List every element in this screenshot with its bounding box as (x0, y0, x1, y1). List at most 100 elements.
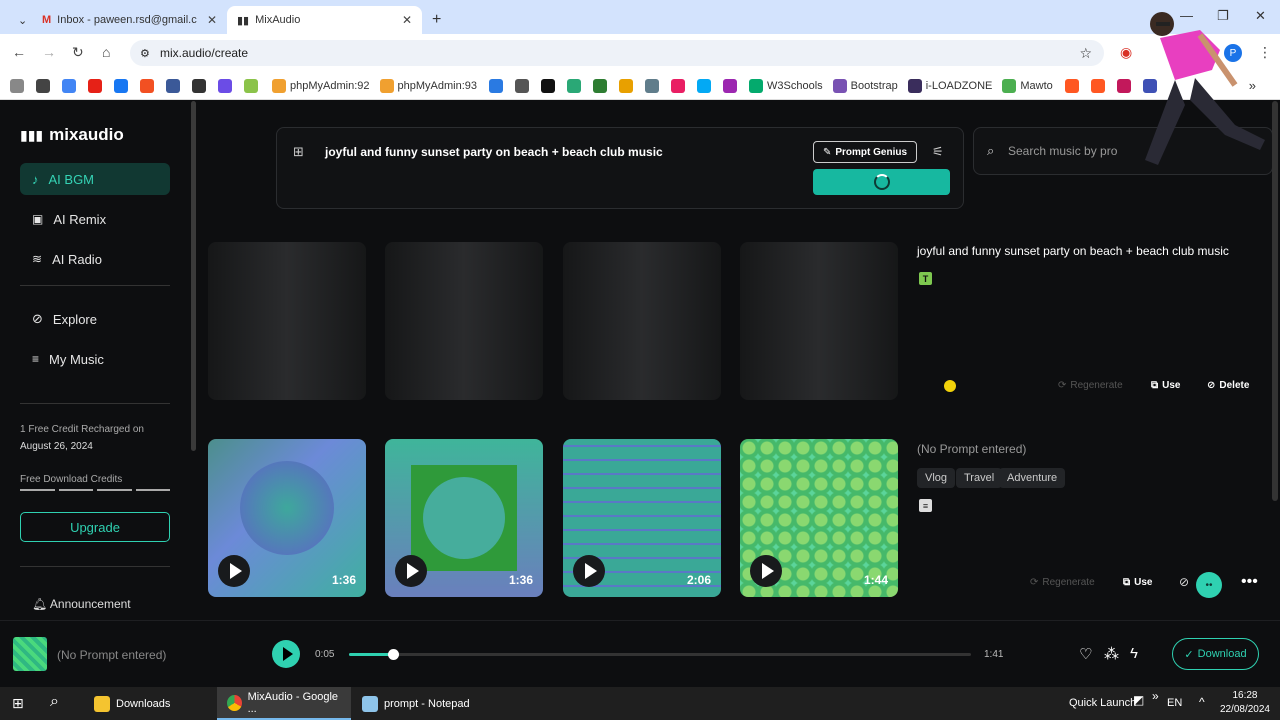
download-button[interactable]: ✓ Download (1172, 638, 1259, 670)
close-icon[interactable]: ✕ (402, 13, 412, 27)
magic-wand-icon[interactable]: ⁂ (1104, 645, 1119, 663)
sidebar-scrollbar[interactable] (191, 101, 196, 451)
microsoft-icon[interactable] (140, 78, 154, 93)
record-icon[interactable]: ◉ (1120, 44, 1132, 61)
settings-sliders-icon[interactable]: ⚟ (932, 144, 944, 160)
facebook-icon[interactable] (114, 78, 128, 93)
sidebar-item-ai-bgm[interactable]: ♪ AI BGM (20, 163, 170, 195)
now-playing-thumbnail[interactable] (13, 637, 47, 671)
regenerate-button[interactable]: ⟳ Regenerate (1030, 577, 1095, 588)
bookmark-item[interactable]: phpMyAdmin:92 (272, 78, 370, 93)
track-card[interactable]: 1:36 (208, 439, 366, 597)
bookmark-star-icon[interactable]: ☆ (1079, 45, 1092, 62)
bookmark-icon[interactable] (489, 78, 503, 93)
bookmark-icon[interactable] (697, 78, 711, 93)
bookmark-icon[interactable] (723, 78, 737, 93)
prompt-input[interactable]: joyful and funny sunset party on beach +… (325, 145, 663, 159)
more-options-icon[interactable]: ••• (1241, 573, 1258, 591)
lightning-icon[interactable]: ϟ (1130, 645, 1138, 662)
hide-icon[interactable]: ⊘ (1179, 575, 1189, 589)
bookmark-icon[interactable] (36, 78, 50, 93)
sidebar-item-explore[interactable]: ⊘ Explore (20, 303, 170, 335)
close-icon[interactable]: ✕ (207, 13, 217, 27)
search-icon[interactable]: ⌕ (50, 693, 59, 711)
quick-launch-label[interactable]: Quick Launch (1069, 697, 1136, 709)
tag-chip[interactable]: Travel (956, 468, 1003, 488)
delete-button[interactable]: ⊘ Delete (1207, 380, 1249, 391)
bookmark-item[interactable]: Bootstrap (832, 78, 898, 93)
tab-mixaudio[interactable]: ▮▮ MixAudio ✕ (227, 6, 422, 34)
play-icon (406, 563, 419, 579)
forward-icon[interactable]: → (42, 44, 56, 60)
taskbar-item-notepad[interactable]: prompt - Notepad (352, 687, 486, 720)
sidebar-item-my-music[interactable]: ≡ My Music (20, 343, 170, 375)
url-input[interactable]: ⚙ mix.audio/create ☆ (130, 40, 1104, 66)
use-button[interactable]: ⧉ Use (1151, 380, 1181, 391)
bookmark-icon[interactable] (541, 78, 555, 93)
main-scrollbar[interactable] (1272, 101, 1278, 501)
generate-button[interactable] (813, 169, 950, 195)
bookmark-item[interactable]: i-LOADZONE (907, 78, 992, 93)
new-tab-button[interactable]: + (422, 6, 446, 34)
taskbar-item-downloads[interactable]: Downloads (84, 687, 214, 720)
use-button[interactable]: ⧉ Use (1123, 577, 1153, 588)
play-button[interactable] (218, 555, 250, 587)
track-card[interactable]: 2:06 (563, 439, 721, 597)
brand-logo[interactable]: ▮▮▮ mixaudio (20, 125, 124, 145)
tab-gmail[interactable]: M Inbox - paween.rsd@gmail.com ✕ (32, 6, 227, 34)
sidebar-item-ai-remix[interactable]: ▣ AI Remix (20, 203, 170, 235)
bookmark-icon[interactable] (10, 78, 24, 93)
play-button[interactable] (573, 555, 605, 587)
prompt-genius-button[interactable]: ✎ Prompt Genius (813, 141, 917, 163)
tab-list-button[interactable]: ⌄ (8, 6, 32, 34)
bookmark-icon[interactable] (645, 78, 659, 93)
site-info-icon[interactable]: ⚙ (140, 47, 150, 60)
bookmark-item[interactable]: W3Schools (749, 78, 823, 93)
regenerate-button[interactable]: ⟳ Regenerate (1058, 380, 1123, 391)
seek-bar-fill (349, 653, 393, 656)
bookmark-icon[interactable] (166, 78, 180, 93)
back-icon[interactable]: ← (12, 44, 26, 60)
regenerate-icon: ⟳ (1030, 577, 1039, 588)
tag-chip[interactable]: Vlog (917, 468, 956, 488)
remix-icon: ▣ (32, 212, 44, 226)
player-play-button[interactable] (272, 640, 300, 668)
play-button[interactable] (395, 555, 427, 587)
seek-bar[interactable] (349, 649, 971, 660)
language-indicator[interactable]: EN (1167, 697, 1182, 709)
google-icon[interactable] (62, 78, 76, 93)
track-card[interactable]: 1:44 (740, 439, 898, 597)
bookmark-item[interactable]: Mawto (1002, 78, 1053, 93)
reload-icon[interactable]: ↻ (72, 44, 84, 61)
quick-launch-more-icon[interactable]: » (1152, 689, 1159, 703)
taskbar-item-chrome[interactable]: MixAudio - Google ... (217, 687, 351, 720)
mixaudio-icon: ▮▮ (237, 14, 250, 27)
bookmark-icon[interactable] (1116, 78, 1131, 93)
tray-chevron-up-icon[interactable]: ^ (1199, 695, 1205, 709)
bookmark-icon[interactable] (671, 78, 685, 93)
bookmark-icon[interactable] (244, 78, 258, 93)
quick-launch-icon[interactable]: ◩ (1133, 693, 1144, 707)
announcement-link[interactable]: 🔔︎ Announcement (32, 597, 131, 611)
youtube-icon[interactable] (88, 78, 102, 93)
bookmark-icon[interactable] (593, 78, 607, 93)
chat-support-icon[interactable]: •• (1196, 572, 1222, 598)
tag-chip[interactable]: Adventure (999, 468, 1066, 488)
wix-icon[interactable] (515, 78, 529, 93)
bookmark-icon[interactable] (218, 78, 232, 93)
shopee-icon[interactable] (1090, 78, 1105, 93)
home-icon[interactable]: ⌂ (102, 44, 110, 60)
heart-icon[interactable]: ♡ (1079, 645, 1092, 663)
track-card[interactable]: 1:36 (385, 439, 543, 597)
seek-bar-handle[interactable] (387, 649, 399, 660)
sidebar-item-ai-radio[interactable]: ≋ AI Radio (20, 243, 170, 275)
system-clock[interactable]: 16:28 22/08/2024 (1220, 689, 1270, 717)
upgrade-button[interactable]: Upgrade (20, 512, 170, 542)
bookmark-icon[interactable] (192, 78, 206, 93)
play-button[interactable] (750, 555, 782, 587)
shopee-icon[interactable] (1064, 78, 1079, 93)
windows-start-icon[interactable]: ⊞ (12, 695, 24, 712)
bookmark-icon[interactable] (567, 78, 581, 93)
bookmark-item[interactable]: phpMyAdmin:93 (379, 78, 477, 93)
bookmark-icon[interactable] (619, 78, 633, 93)
